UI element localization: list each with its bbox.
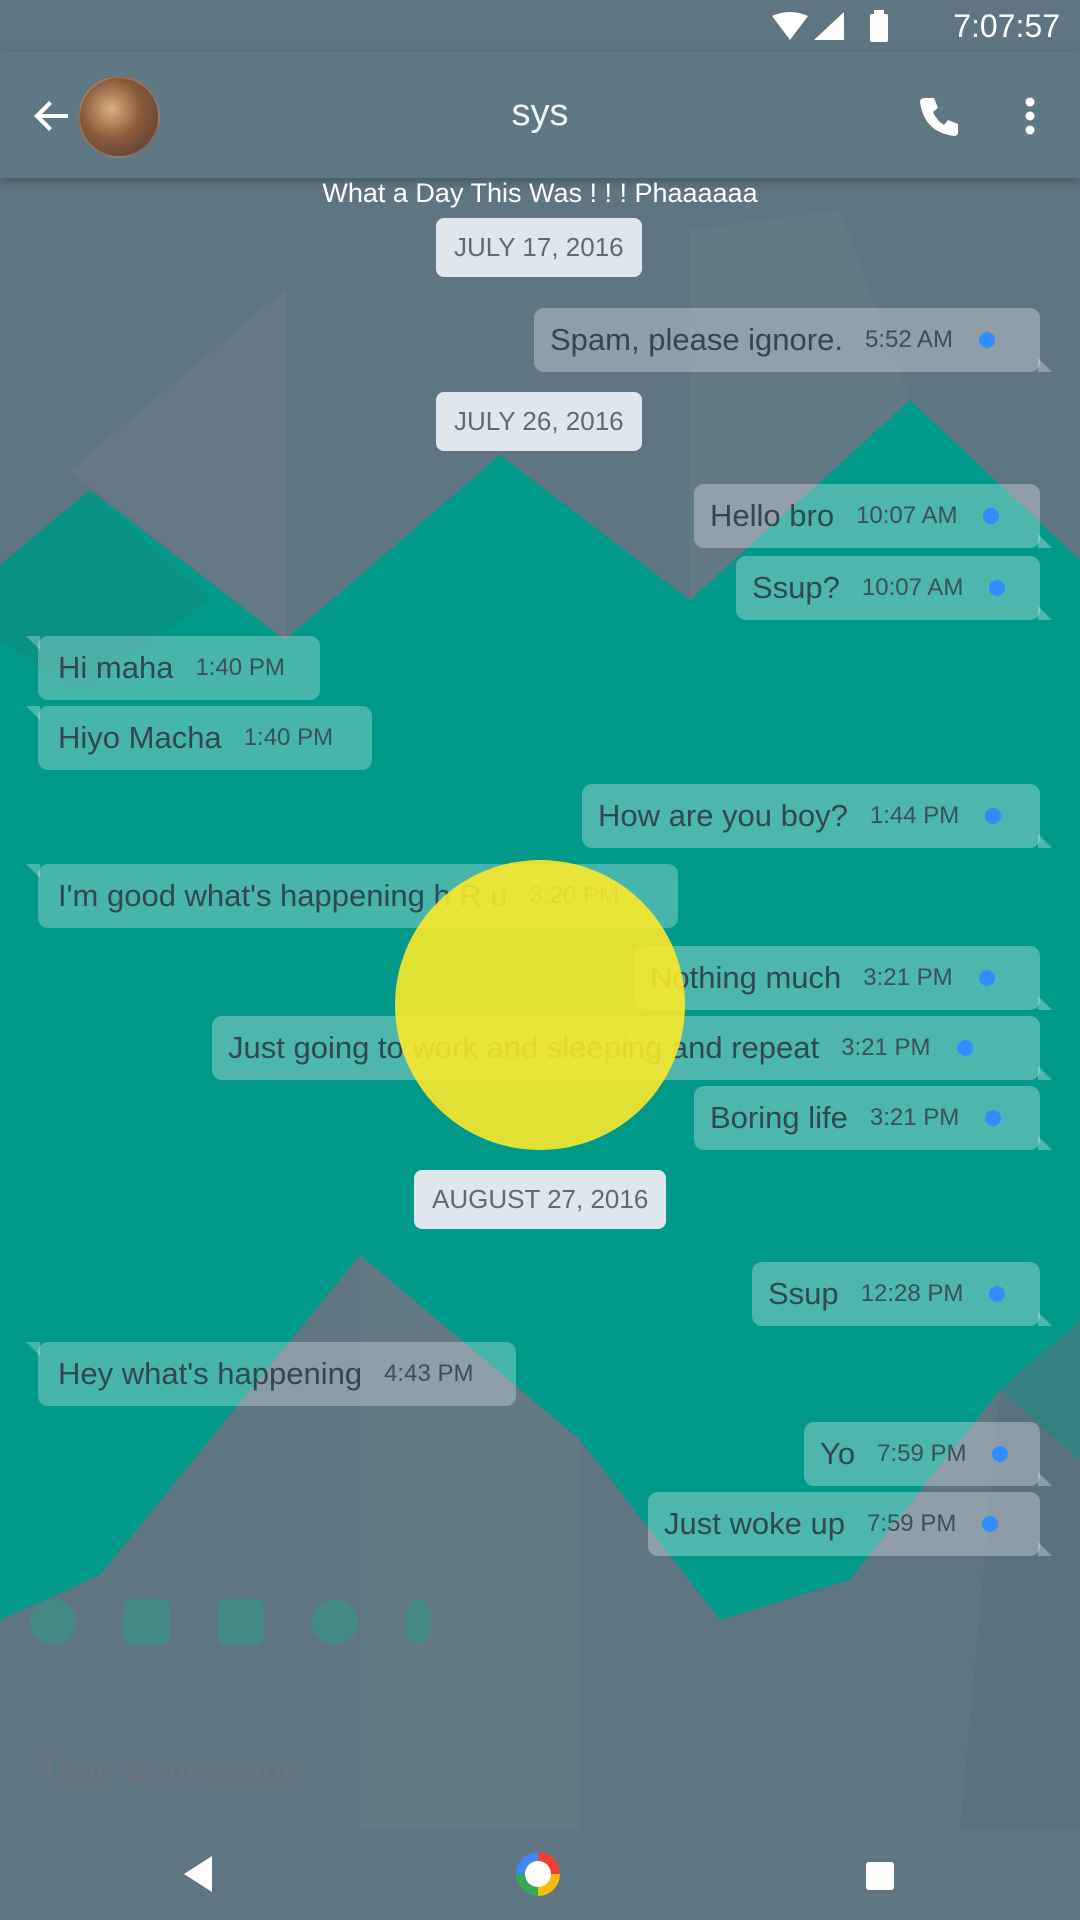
- message-bubble-received[interactable]: I'm good what's happening h R u 3:20 PM: [26, 864, 678, 928]
- message-text: Spam, please ignore.: [550, 322, 843, 357]
- date-separator: JULY 17, 2016: [436, 218, 642, 277]
- status-icons: [772, 10, 888, 42]
- gallery-icon[interactable]: [218, 1599, 264, 1645]
- message-bubble-sent[interactable]: Ssup 12:28 PM: [752, 1262, 1052, 1326]
- message-time: 1:44 PM: [869, 802, 960, 829]
- message-text: Hi maha: [58, 650, 174, 685]
- message-text: Ssup?: [752, 570, 840, 605]
- message-bubble-sent[interactable]: Boring life 3:21 PM: [694, 1086, 1052, 1150]
- nav-back-icon[interactable]: [180, 1854, 214, 1894]
- sent-status-icon: [978, 970, 995, 986]
- message-text: Hiyo Macha: [58, 720, 222, 755]
- message-bubble-received[interactable]: Hi maha 1:40 PM: [26, 636, 320, 700]
- message-time: 3:21 PM: [841, 1034, 931, 1061]
- message-text: Hey what's happening: [58, 1356, 363, 1391]
- message-time: 7:59 PM: [877, 1440, 967, 1467]
- sent-status-icon: [985, 808, 1002, 824]
- message-text: How are you boy?: [598, 798, 848, 833]
- message-text: I'm good what's happening h R u: [58, 878, 508, 913]
- message-bubble-sent[interactable]: Spam, please ignore. 5:52 AM: [534, 308, 1052, 372]
- contact-status-text: What a Day This Was ! ! ! Phaaaaaa: [322, 178, 758, 208]
- sticker-icon[interactable]: [124, 1599, 170, 1645]
- more-vert-icon[interactable]: [1010, 92, 1050, 140]
- phone-icon[interactable]: [914, 92, 962, 140]
- message-bubble-sent[interactable]: Yo 7:59 PM: [804, 1422, 1052, 1486]
- message-time: 3:20 PM: [529, 882, 619, 909]
- message-bubble-sent[interactable]: How are you boy? 1:44 PM: [582, 784, 1052, 848]
- message-input[interactable]: [36, 1740, 740, 1798]
- message-text: Just woke up: [664, 1506, 845, 1541]
- message-time: 3:21 PM: [863, 964, 953, 991]
- message-bubble-sent[interactable]: Just going to work and sleeping and repe…: [212, 1016, 1052, 1080]
- message-time: 10:07 AM: [861, 574, 964, 601]
- status-time: 7:07:57: [953, 8, 1060, 44]
- message-bubble-sent[interactable]: Just woke up 7:59 PM: [648, 1492, 1052, 1556]
- message-time: 5:52 AM: [864, 326, 954, 353]
- navigation-bar: [0, 1830, 1080, 1920]
- message-time: 10:07 AM: [856, 502, 958, 529]
- message-time: 7:59 PM: [866, 1510, 957, 1537]
- nav-home-icon[interactable]: [516, 1852, 560, 1896]
- date-separator: AUGUST 27, 2016: [414, 1170, 667, 1229]
- sent-status-icon: [992, 1446, 1009, 1462]
- sent-status-icon: [982, 1516, 999, 1532]
- message-time: 1:40 PM: [195, 654, 285, 681]
- message-time: 4:43 PM: [384, 1360, 474, 1387]
- toolbar: sys: [0, 52, 1080, 178]
- message-bubble-sent[interactable]: Ssup? 10:07 AM: [736, 556, 1052, 620]
- message-time: 1:40 PM: [243, 724, 334, 751]
- location-icon[interactable]: [312, 1599, 358, 1645]
- sent-status-icon: [985, 1110, 1002, 1126]
- date-separator: JULY 26, 2016: [436, 392, 642, 451]
- message-bubble-received[interactable]: Hiyo Macha 1:40 PM: [26, 706, 372, 770]
- message-text: Just going to work and sleeping and repe…: [228, 1030, 820, 1065]
- sent-status-icon: [979, 332, 996, 348]
- message-text: Nothing much: [650, 960, 842, 995]
- message-time: 3:21 PM: [869, 1104, 960, 1131]
- message-bubble-sent[interactable]: Nothing much 3:21 PM: [634, 946, 1052, 1010]
- message-bubble-sent[interactable]: Hello bro 10:07 AM: [694, 484, 1052, 548]
- message-text: Boring life: [710, 1100, 848, 1135]
- sent-status-icon: [989, 580, 1006, 596]
- nav-recents-icon[interactable]: [866, 1862, 894, 1890]
- message-text: Ssup: [768, 1276, 839, 1311]
- message-text: Yo: [820, 1436, 856, 1471]
- composer-toolbar: [30, 1596, 470, 1648]
- status-bar: 7:07:57: [0, 0, 1080, 52]
- emoji-icon[interactable]: [30, 1599, 76, 1645]
- message-bubble-received[interactable]: Hey what's happening 4:43 PM: [26, 1342, 516, 1406]
- mic-icon[interactable]: [406, 1600, 430, 1644]
- sent-status-icon: [983, 508, 1000, 524]
- message-text: Hello bro: [710, 498, 835, 533]
- sent-status-icon: [956, 1040, 973, 1056]
- message-time: 12:28 PM: [860, 1280, 964, 1307]
- sent-status-icon: [989, 1286, 1006, 1302]
